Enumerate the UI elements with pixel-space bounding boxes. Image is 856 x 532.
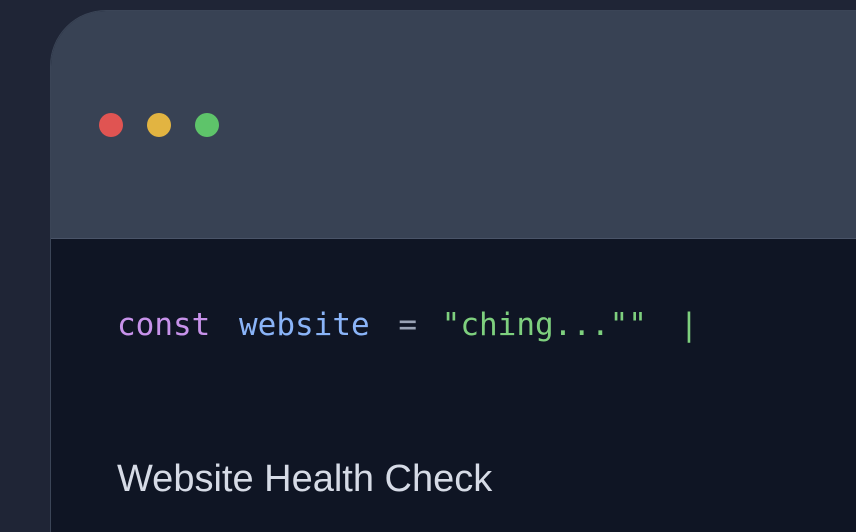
window-titlebar	[51, 11, 856, 239]
page-title: Website Health Check	[117, 458, 493, 500]
code-line: const website = "ching..."" |	[117, 307, 698, 343]
code-operator: =	[398, 307, 417, 343]
maximize-window-button[interactable]	[195, 113, 219, 137]
text-cursor: |	[679, 307, 699, 343]
desktop-background: const website = "ching..."" | Website He…	[0, 0, 856, 532]
editor-window: const website = "ching..."" | Website He…	[50, 10, 856, 532]
code-variable: website	[239, 307, 370, 343]
minimize-window-button[interactable]	[147, 113, 171, 137]
close-window-button[interactable]	[99, 113, 123, 137]
code-keyword: const	[117, 307, 211, 343]
code-string: "ching...""	[441, 307, 647, 343]
